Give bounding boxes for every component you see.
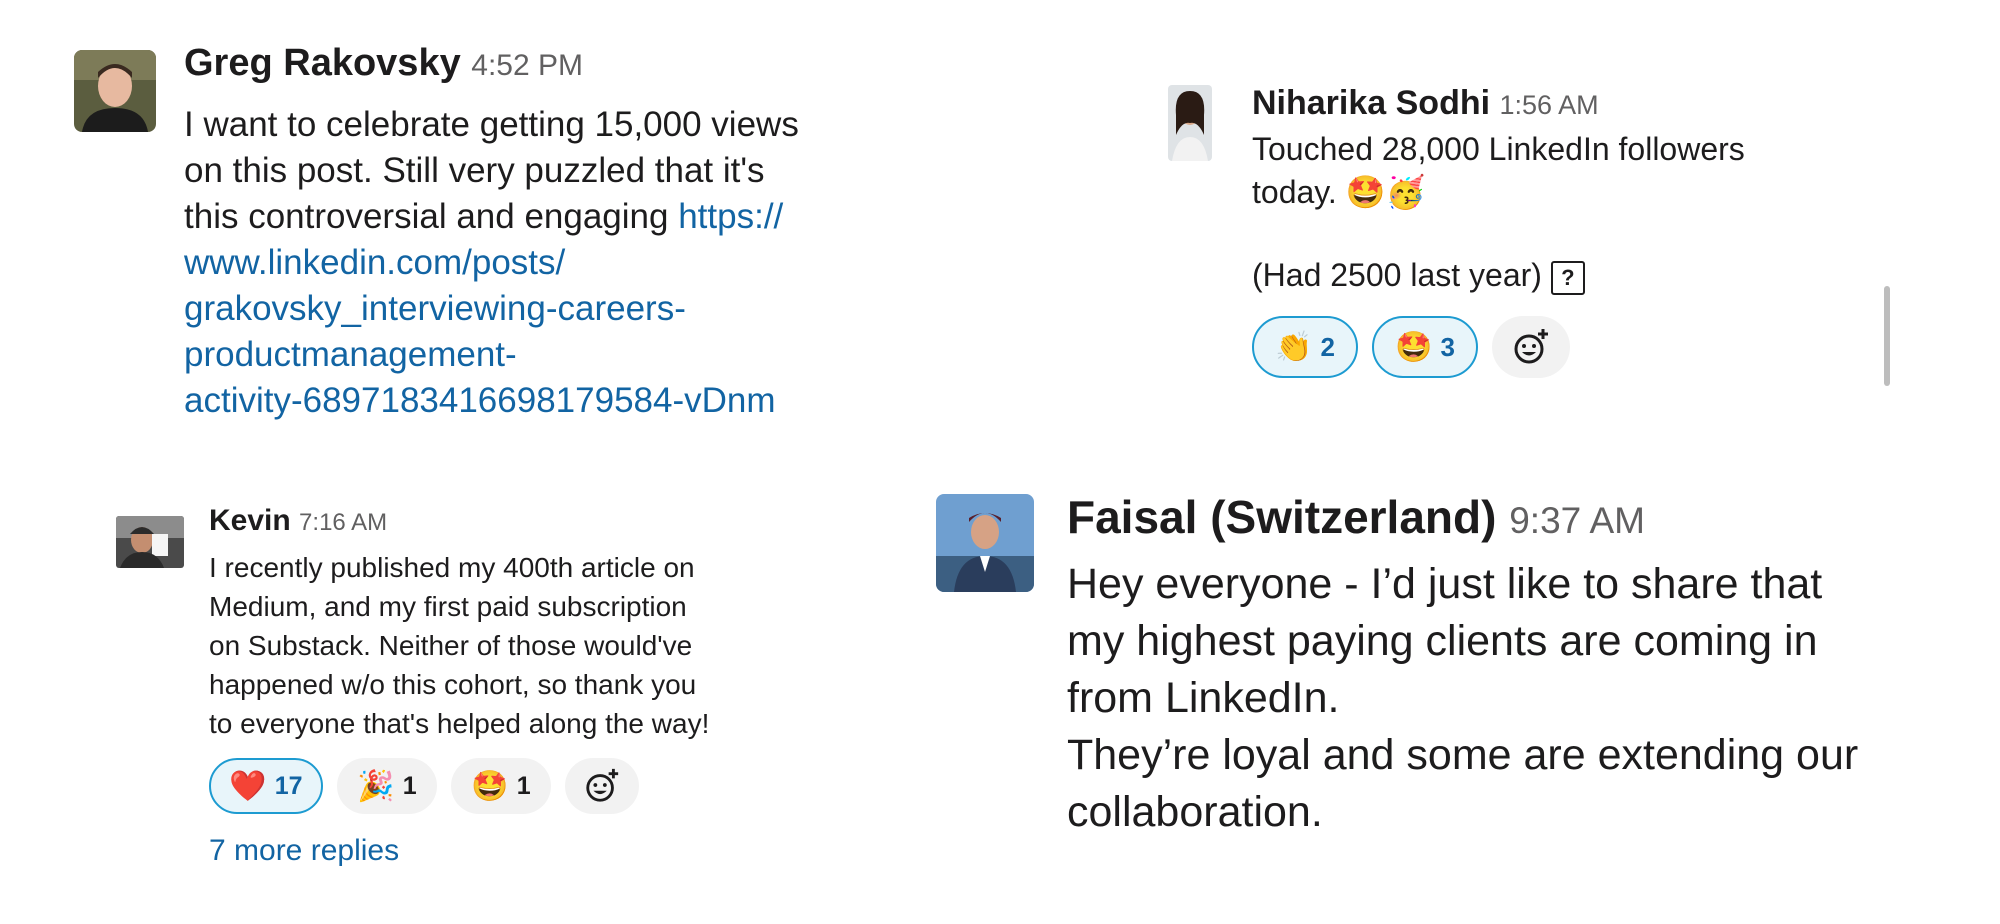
avatar[interactable] <box>1168 85 1212 161</box>
timestamp[interactable]: 1:56 AM <box>1500 90 1599 120</box>
scrollbar[interactable] <box>1884 286 1890 386</box>
avatar-photo-icon <box>116 516 184 568</box>
star-struck-icon: 🤩 <box>1395 329 1433 365</box>
reaction-star-struck[interactable]: 🤩 3 <box>1372 316 1478 378</box>
avatar-photo-icon <box>74 50 156 132</box>
reactions-bar: 👏 2 🤩 3 <box>1252 316 1570 378</box>
heart-icon: ❤️ <box>229 768 267 804</box>
reaction-count: 2 <box>1320 331 1335 362</box>
add-emoji-icon <box>1514 329 1548 364</box>
star-struck-icon: 🤩 <box>471 768 509 804</box>
message-niharika: Niharika Sodhi 1:56 AM Touched 28,000 Li… <box>1100 0 1980 420</box>
message-faisal: Faisal (Switzerland) 9:37 AM Hey everyon… <box>900 450 2000 900</box>
timestamp[interactable]: 7:16 AM <box>299 509 387 536</box>
reaction-count: 17 <box>274 771 303 800</box>
message-text-secondary: (Had 2500 last year) <box>1252 257 1542 293</box>
timestamp[interactable]: 9:37 AM <box>1509 500 1645 541</box>
reactions-bar: ❤️ 17 🎉 1 🤩 1 <box>209 758 639 814</box>
clap-icon: 👏 <box>1275 329 1313 365</box>
reaction-clap[interactable]: 👏 2 <box>1252 316 1358 378</box>
avatar-photo-icon <box>1168 85 1212 161</box>
reaction-count: 3 <box>1440 331 1455 362</box>
author-name[interactable]: Niharika Sodhi <box>1252 84 1490 122</box>
reaction-star-struck[interactable]: 🤩 1 <box>451 758 551 814</box>
timestamp[interactable]: 4:52 PM <box>471 49 583 82</box>
author-name[interactable]: Kevin <box>209 504 291 537</box>
reaction-heart[interactable]: ❤️ 17 <box>209 758 323 814</box>
avatar[interactable] <box>74 50 156 132</box>
avatar[interactable] <box>936 494 1034 592</box>
author-name[interactable]: Faisal (Switzerland) <box>1067 491 1496 543</box>
message-text: I recently published my 400th article on… <box>209 552 710 739</box>
party-popper-icon: 🎉 <box>357 768 395 804</box>
add-emoji-icon <box>586 768 619 802</box>
add-reaction-button[interactable] <box>565 758 639 814</box>
add-reaction-button[interactable] <box>1492 316 1570 378</box>
reaction-count: 1 <box>402 771 417 800</box>
message-text: Hey everyone - I’d just like to share th… <box>1067 560 1859 836</box>
avatar[interactable] <box>116 516 184 568</box>
reaction-count: 1 <box>516 771 531 800</box>
message-text: Touched 28,000 LinkedIn followers today.… <box>1252 131 1745 210</box>
missing-emoji-icon: ? <box>1550 260 1585 295</box>
avatar-photo-icon <box>936 494 1034 592</box>
author-name[interactable]: Greg Rakovsky <box>184 42 461 84</box>
message-greg: Greg Rakovsky 4:52 PM I want to celebrat… <box>0 0 900 450</box>
message-kevin: Kevin 7:16 AM I recently published my 40… <box>0 480 900 900</box>
more-replies-link[interactable]: 7 more replies <box>209 834 399 868</box>
reaction-party[interactable]: 🎉 1 <box>337 758 437 814</box>
